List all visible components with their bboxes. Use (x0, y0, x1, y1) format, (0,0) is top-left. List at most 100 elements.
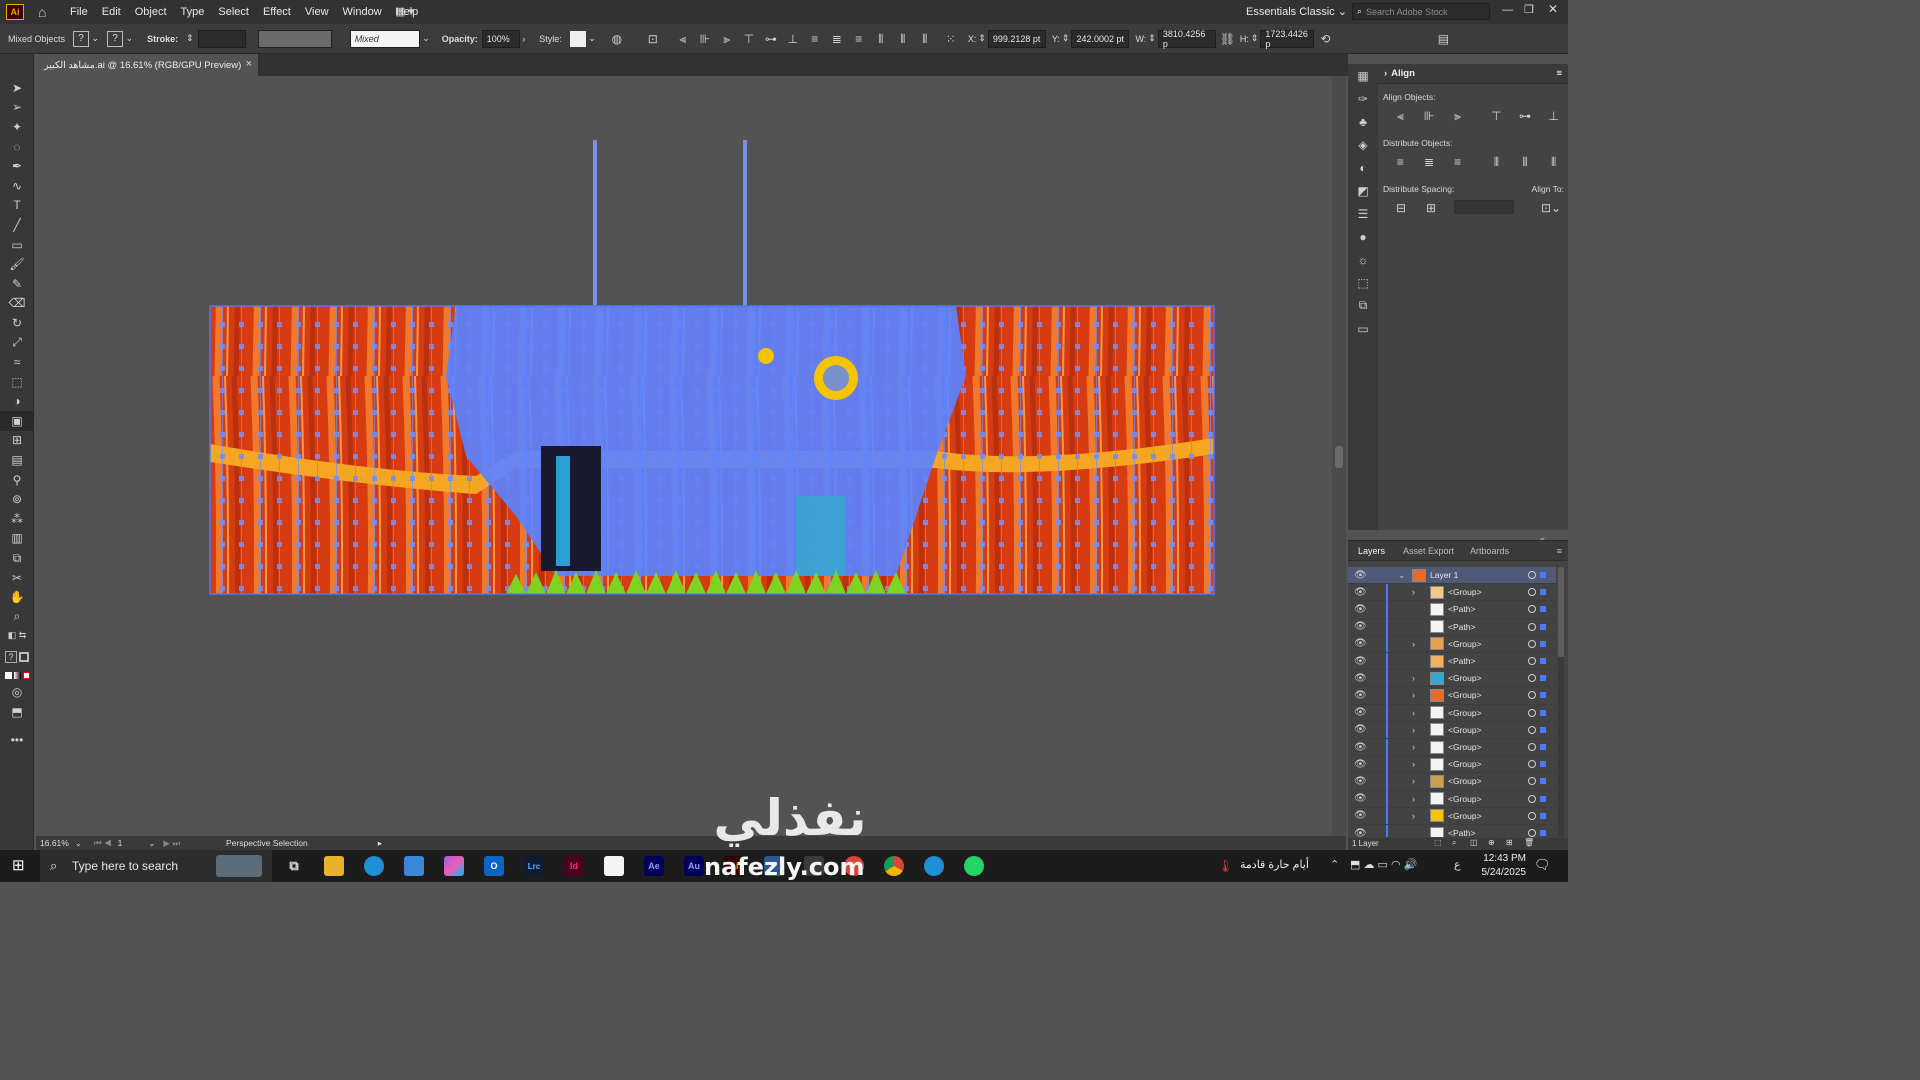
distribute-hcenter-icon[interactable]: ⦀ (896, 32, 910, 46)
layer-row[interactable]: 👁 › <Group> (1348, 755, 1556, 774)
visibility-eye-icon[interactable]: 👁 (1354, 776, 1367, 787)
layer-item-name[interactable]: <Group> (1448, 690, 1482, 700)
chevron-right-icon[interactable]: › (1412, 742, 1415, 752)
layer-row[interactable]: 👁 › <Group> (1348, 635, 1556, 653)
chevron-right-icon[interactable]: › (1412, 811, 1415, 821)
selection-indicator[interactable] (1540, 726, 1546, 733)
hand-tool-icon[interactable]: ✋ (0, 587, 34, 607)
visibility-eye-icon[interactable]: 👁 (1354, 656, 1367, 667)
distribute-bottom-icon[interactable]: ≡ (852, 32, 866, 46)
stroke-weight-input[interactable] (197, 29, 246, 48)
panel-menu-icon[interactable]: ≡ (1556, 68, 1562, 79)
visibility-eye-icon[interactable]: 👁 (1354, 673, 1367, 684)
layer-row[interactable]: 👁 › <Group> (1348, 807, 1556, 825)
layer-item-name[interactable]: <Group> (1448, 776, 1482, 786)
align-hcenter-icon[interactable]: ⊪ (698, 32, 712, 46)
minimize-button[interactable]: — (1502, 4, 1513, 16)
whatsapp-icon[interactable] (964, 856, 984, 876)
visibility-eye-icon[interactable]: 👁 (1354, 587, 1367, 598)
notepad-icon[interactable] (604, 856, 624, 876)
vertical-distribute-space-icon[interactable]: ⊟ (1386, 200, 1416, 216)
perspective-selection-tool-icon[interactable]: ▣ (0, 411, 34, 431)
paintbrush-tool-icon[interactable]: 🖌 (0, 254, 34, 274)
layer-item-name[interactable]: <Group> (1448, 794, 1482, 804)
status-menu-icon[interactable]: ▸ (378, 838, 382, 849)
microsoft-store-icon[interactable] (404, 856, 424, 876)
distribute-top-icon[interactable]: ≡ (808, 32, 822, 46)
horizontal-align-left-icon[interactable]: ⫷ (1386, 108, 1415, 124)
transform-icon[interactable]: ⟲ (1318, 32, 1332, 46)
delete-layer-icon[interactable]: 🗑 (1524, 838, 1534, 847)
chevron-right-icon[interactable]: › (1412, 673, 1415, 683)
brush-definition[interactable]: Mixed ⌄ (349, 29, 430, 48)
target-icon[interactable] (1528, 571, 1536, 580)
screen-mode-icon[interactable]: ⬒ (0, 702, 34, 722)
lightroom-icon[interactable]: Lrc (524, 856, 544, 876)
chevron-right-icon[interactable]: › (1412, 794, 1415, 804)
visibility-eye-icon[interactable]: 👁 (1354, 810, 1367, 821)
fill-swatch[interactable]: ? ⌄ (73, 30, 99, 47)
layer-item-name[interactable]: <Group> (1448, 725, 1482, 735)
edge-icon[interactable] (364, 856, 384, 876)
stroke-label[interactable]: Stroke: (147, 34, 178, 44)
y-field[interactable]: ⇕ 242.0002 pt (1062, 29, 1130, 48)
menu-view[interactable]: View (305, 6, 329, 18)
align-right-icon[interactable]: ⫸ (720, 32, 734, 46)
color-guide-icon[interactable]: ☼ (1348, 248, 1378, 271)
artwork-illustration[interactable] (36, 76, 1332, 836)
vertical-distribute-bottom-icon[interactable]: ≡ (1443, 154, 1472, 170)
layer-row[interactable]: 👁 › <Group> (1348, 686, 1556, 705)
menu-type[interactable]: Type (181, 6, 205, 18)
audition-icon[interactable]: Au (684, 856, 704, 876)
layer-item-name[interactable]: <Group> (1448, 811, 1482, 821)
rotate-tool-icon[interactable]: ↻ (0, 313, 34, 333)
recolor-icon[interactable]: ◍ (610, 32, 624, 46)
distribute-vcenter-icon[interactable]: ≣ (830, 32, 844, 46)
color-icon[interactable]: ● (1348, 225, 1378, 248)
appearance-icon[interactable]: ◐ (1348, 156, 1378, 179)
stock-search[interactable]: ⌕ Search Adobe Stock (1352, 3, 1490, 20)
graphic-style-swatch[interactable]: ⌄ (569, 30, 596, 47)
align-vcenter-icon[interactable]: ⊶ (764, 32, 778, 46)
clipping-mask-icon[interactable]: ◫ (1470, 838, 1478, 847)
align-panel-header[interactable]: › Align ≡ (1378, 64, 1568, 84)
restore-button[interactable]: ❐ (1524, 3, 1534, 16)
selection-indicator[interactable] (1540, 658, 1546, 665)
target-icon[interactable] (1528, 743, 1536, 752)
layer-item-name[interactable]: <Path> (1448, 622, 1475, 632)
new-layer-icon[interactable]: ⊞ (1506, 838, 1513, 847)
column-graph-tool-icon[interactable]: ▥ (0, 529, 34, 549)
blend-tool-icon[interactable]: ⊚ (0, 489, 34, 509)
task-view-icon[interactable]: ⧉ (284, 856, 304, 876)
target-icon[interactable] (1528, 725, 1536, 734)
gradient-tool-icon[interactable]: ▤ (0, 450, 34, 470)
align-bottom-icon[interactable]: ⊥ (786, 32, 800, 46)
menu-edit[interactable]: Edit (102, 6, 121, 18)
chevron-right-icon[interactable]: › (1412, 725, 1415, 735)
distribute-right-icon[interactable]: ⦀ (918, 32, 932, 46)
horizontal-distribute-left-icon[interactable]: ⦀ (1482, 154, 1511, 170)
target-icon[interactable] (1528, 777, 1536, 786)
menu-file[interactable]: File (70, 6, 88, 18)
artboard-number[interactable]: 1 (118, 838, 123, 848)
direct-selection-tool-icon[interactable]: ➢ (0, 98, 34, 118)
horizontal-distribute-right-icon[interactable]: ⦀ (1539, 154, 1568, 170)
none-icon[interactable] (22, 672, 30, 680)
h-value[interactable]: 1723.4426 p (1260, 29, 1315, 49)
y-value[interactable]: 242.0002 pt (1071, 29, 1130, 48)
chrome-icon[interactable] (884, 856, 904, 876)
align-top-icon[interactable]: ⊤ (742, 32, 756, 46)
weather-text[interactable]: أيام حارة قادمة (1240, 858, 1309, 871)
target-icon[interactable] (1528, 588, 1536, 597)
layer-row[interactable]: 👁 › <Group> (1348, 669, 1556, 688)
visibility-eye-icon[interactable]: 👁 (1354, 638, 1367, 649)
curvature-tool-icon[interactable]: ∿ (0, 176, 34, 196)
layer-item-name[interactable]: <Group> (1448, 708, 1482, 718)
layer-item-name[interactable]: <Group> (1448, 587, 1482, 597)
selection-tool-icon[interactable]: ➤ (0, 78, 34, 98)
collect-export-icon[interactable]: ⬚ (1434, 838, 1442, 847)
target-icon[interactable] (1528, 639, 1536, 648)
locate-object-icon[interactable]: ⌕ (1452, 838, 1456, 848)
visibility-eye-icon[interactable]: 👁 (1354, 621, 1367, 632)
visibility-eye-icon[interactable]: 👁 (1354, 793, 1367, 804)
